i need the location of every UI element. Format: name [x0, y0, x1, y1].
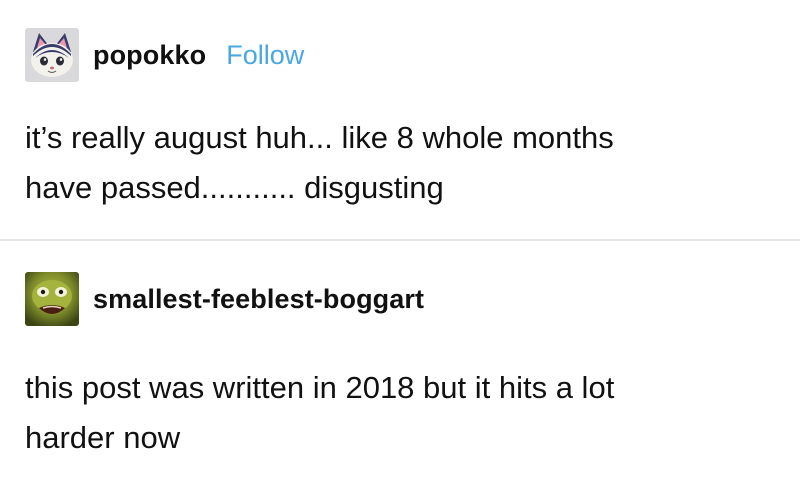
follow-button[interactable]: Follow — [226, 40, 304, 71]
cat-villager-avatar-icon[interactable] — [25, 28, 79, 82]
post-header: popokko Follow — [25, 28, 304, 82]
post-username[interactable]: smallest-feeblest-boggart — [93, 284, 424, 315]
green-creature-avatar-icon[interactable] — [25, 272, 79, 326]
post-body-text: this post was written in 2018 but it hit… — [25, 370, 615, 455]
post-username[interactable]: popokko — [93, 40, 206, 71]
post-body-text: it’s really august huh... like 8 whole m… — [25, 120, 614, 205]
post-header: smallest-feeblest-boggart — [25, 272, 424, 326]
post-original: popokko Follow it’s really august huh...… — [0, 0, 800, 240]
post-reblog-comment: smallest-feeblest-boggart this post was … — [0, 241, 800, 479]
